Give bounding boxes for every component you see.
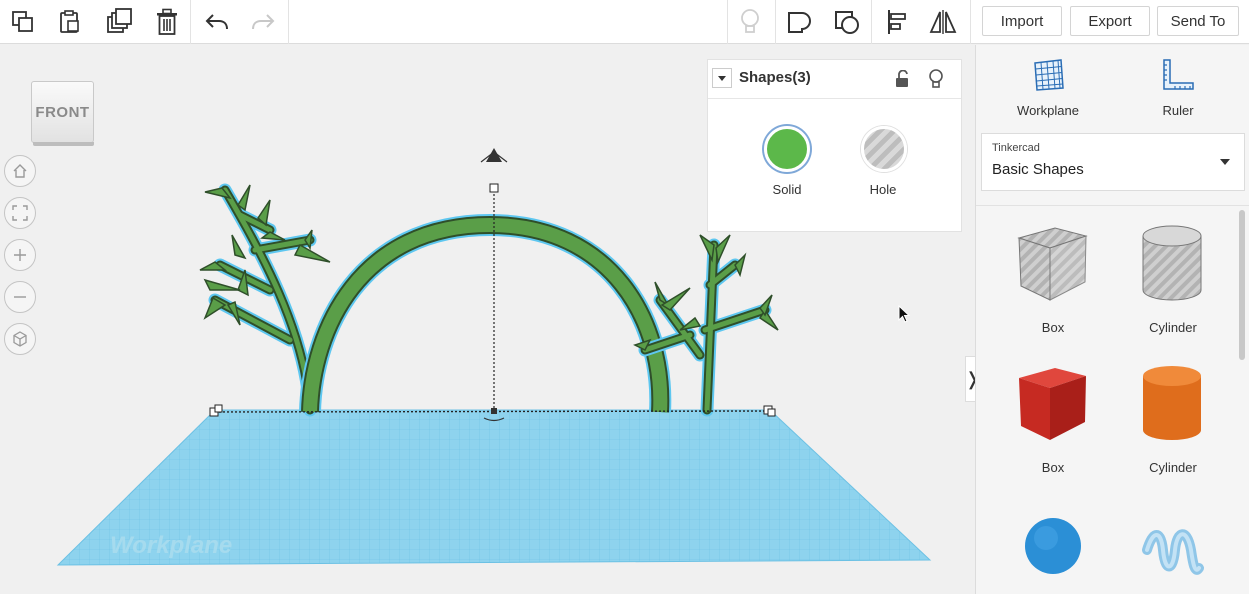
library-caption: Tinkercad [992,142,1040,154]
paste-icon [60,10,79,33]
sphere-icon [1025,518,1081,574]
send-to-button[interactable]: Send To [1157,6,1239,36]
view-cube-front-face[interactable]: FRONT [31,81,94,143]
redo-icon [252,14,275,30]
shape-library-grid: Box Cylinder Box Cylinder [976,205,1249,594]
inspector-header: Shapes(3) [708,60,961,99]
view-cube-bottom [33,142,94,146]
lift-handle[interactable] [480,148,508,163]
duplicate-button[interactable] [102,0,136,44]
zoom-out-icon [14,296,26,298]
shape-box[interactable]: Box [993,346,1113,476]
workplane-viewport[interactable]: Workplane FRONT Shapes(3) Solid Hole [0,45,975,594]
collapse-inspector-button[interactable] [712,68,732,88]
workplane-watermark: Workplane [110,532,232,559]
box-icon [1019,368,1086,440]
shape-library-select[interactable]: Tinkercad Basic Shapes [981,133,1245,191]
library-name: Basic Shapes [992,161,1084,178]
arch-shape[interactable] [299,213,672,413]
library-scrollbar[interactable] [1239,210,1245,360]
delete-button[interactable] [150,0,184,44]
dropdown-arrow-icon [1220,159,1230,165]
perspective-button[interactable] [4,323,36,355]
copy-icon [12,11,33,32]
mirror-icon [929,10,957,34]
group-button[interactable] [782,0,816,44]
paste-button[interactable] [52,0,86,44]
scribble-icon [1142,529,1204,575]
ungroup-icon [835,11,859,34]
export-button[interactable]: Export [1070,6,1150,36]
cylinder-icon [1143,366,1201,440]
import-button[interactable]: Import [982,6,1062,36]
ruler-tool-label: Ruler [1162,103,1194,118]
shape-label: Cylinder [1149,320,1197,335]
shape-sphere[interactable] [993,486,1113,594]
ruler-tool-button[interactable]: Ruler [1118,45,1238,125]
inspector-title: Shapes(3) [739,69,811,86]
home-view-button[interactable] [4,155,36,187]
ruler-icon [1163,59,1194,90]
zoom-out-button[interactable] [4,281,36,313]
shape-label: Box [1041,320,1065,335]
mouse-cursor [898,305,911,323]
workplane-tool-button[interactable]: Workplane [988,45,1108,125]
hole-cylinder-icon [1142,225,1202,301]
shape-label: Box [1041,460,1065,475]
hole-label: Hole [869,182,897,197]
group-icon [788,12,811,33]
undo-icon [205,14,228,30]
lightbulb-icon [741,9,759,33]
light-button[interactable] [733,0,767,44]
view-cube[interactable]: FRONT [31,81,94,147]
hole-box-icon [1017,227,1088,301]
mirror-button[interactable] [926,0,960,44]
shape-scribble[interactable] [1113,486,1233,594]
solid-swatch[interactable] [764,126,810,172]
right-panel: Workplane Ruler Tinkercad Basic Shapes B… [975,45,1249,594]
align-icon [888,10,906,34]
top-toolbar: Import Export Send To [0,0,1249,44]
fit-icon [12,205,28,221]
solid-label: Solid [772,182,802,197]
shape-box-hole[interactable]: Box [993,206,1113,336]
lightbulb-icon[interactable] [928,69,944,89]
fit-view-button[interactable] [4,197,36,229]
shape-cylinder[interactable]: Cylinder [1113,346,1233,476]
shape-cylinder-hole[interactable]: Cylinder [1113,206,1233,336]
zoom-in-button[interactable] [4,239,36,271]
home-icon [13,164,27,178]
duplicate-icon [107,8,132,33]
redo-button[interactable] [246,0,280,44]
workplane-tool-label: Workplane [1017,103,1079,118]
lock-icon[interactable] [894,70,910,88]
trash-icon [157,8,177,35]
chevron-down-icon [718,76,726,81]
shape-label: Cylinder [1149,460,1197,475]
workplane-icon [1034,59,1064,91]
perspective-icon [13,331,27,347]
zoom-in-icon [14,249,26,261]
align-button[interactable] [880,0,914,44]
ungroup-button[interactable] [830,0,864,44]
copy-button[interactable] [6,0,40,44]
undo-button[interactable] [200,0,234,44]
shape-inspector: Shapes(3) Solid Hole [707,59,962,232]
hole-swatch[interactable] [861,126,907,172]
panel-tools: Workplane Ruler [976,45,1249,125]
